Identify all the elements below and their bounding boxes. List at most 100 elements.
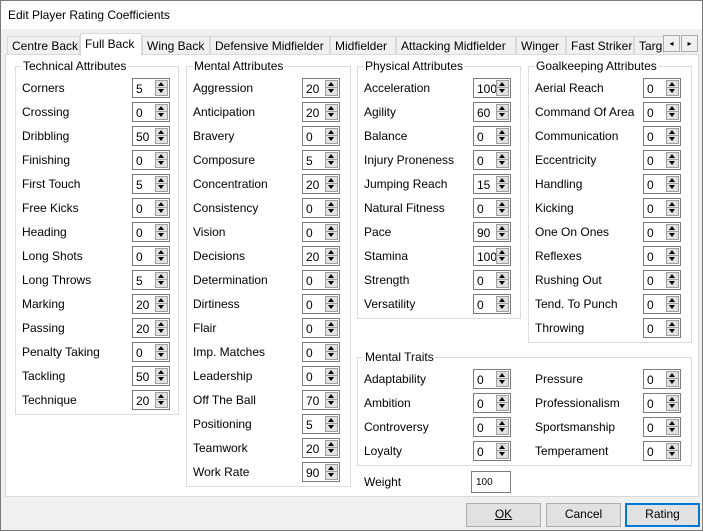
chevron-up-icon[interactable] [326, 345, 337, 352]
chevron-down-icon[interactable] [326, 232, 337, 239]
stepper-value[interactable]: 100 [477, 250, 497, 264]
chevron-down-icon[interactable] [156, 400, 167, 407]
chevron-up-icon[interactable] [497, 396, 508, 403]
stamina-stepper[interactable]: 100 [473, 246, 511, 266]
stepper-value[interactable]: 0 [647, 445, 654, 459]
chevron-up-icon[interactable] [326, 321, 337, 328]
stepper-value[interactable]: 0 [647, 226, 654, 240]
chevron-down-icon[interactable] [497, 136, 508, 143]
chevron-down-icon[interactable] [156, 256, 167, 263]
chevron-down-icon[interactable] [667, 304, 678, 311]
chevron-down-icon[interactable] [326, 256, 337, 263]
chevron-up-icon[interactable] [497, 249, 508, 256]
strength-stepper[interactable]: 0 [473, 270, 511, 290]
eccentricity-stepper[interactable]: 0 [643, 150, 681, 170]
chevron-up-icon[interactable] [667, 273, 678, 280]
chevron-up-icon[interactable] [667, 225, 678, 232]
chevron-down-icon[interactable] [326, 88, 337, 95]
stepper-value[interactable]: 0 [647, 298, 654, 312]
bravery-stepper[interactable]: 0 [302, 126, 340, 146]
chevron-down-icon[interactable] [667, 427, 678, 434]
jumping-reach-stepper[interactable]: 15 [473, 174, 511, 194]
stepper-value[interactable]: 0 [477, 373, 484, 387]
tab-full-back[interactable]: Full Back [80, 33, 142, 56]
chevron-up-icon[interactable] [497, 444, 508, 451]
chevron-down-icon[interactable] [326, 400, 337, 407]
chevron-down-icon[interactable] [667, 160, 678, 167]
chevron-down-icon[interactable] [497, 280, 508, 287]
stepper-value[interactable]: 0 [306, 322, 313, 336]
chevron-up-icon[interactable] [326, 393, 337, 400]
chevron-down-icon[interactable] [667, 256, 678, 263]
natural-fitness-stepper[interactable]: 0 [473, 198, 511, 218]
stepper-value[interactable]: 0 [647, 373, 654, 387]
cancel-button[interactable]: Cancel [546, 503, 621, 527]
leadership-stepper[interactable]: 0 [302, 366, 340, 386]
stepper-value[interactable]: 0 [306, 226, 313, 240]
teamwork-stepper[interactable]: 20 [302, 438, 340, 458]
chevron-down-icon[interactable] [156, 208, 167, 215]
stepper-value[interactable]: 0 [306, 346, 313, 360]
chevron-up-icon[interactable] [156, 225, 167, 232]
chevron-down-icon[interactable] [497, 184, 508, 191]
chevron-up-icon[interactable] [156, 129, 167, 136]
chevron-down-icon[interactable] [326, 160, 337, 167]
chevron-up-icon[interactable] [497, 153, 508, 160]
chevron-up-icon[interactable] [667, 177, 678, 184]
chevron-down-icon[interactable] [326, 376, 337, 383]
stepper-value[interactable]: 20 [136, 394, 149, 408]
imp-matches-stepper[interactable]: 0 [302, 342, 340, 362]
loyalty-stepper[interactable]: 0 [473, 441, 511, 461]
stepper-value[interactable]: 0 [136, 154, 143, 168]
chevron-down-icon[interactable] [667, 136, 678, 143]
technique-stepper[interactable]: 20 [132, 390, 170, 410]
chevron-down-icon[interactable] [326, 352, 337, 359]
chevron-down-icon[interactable] [156, 160, 167, 167]
flair-stepper[interactable]: 0 [302, 318, 340, 338]
dirtiness-stepper[interactable]: 0 [302, 294, 340, 314]
chevron-down-icon[interactable] [156, 352, 167, 359]
chevron-up-icon[interactable] [156, 81, 167, 88]
chevron-up-icon[interactable] [326, 81, 337, 88]
chevron-down-icon[interactable] [497, 256, 508, 263]
chevron-up-icon[interactable] [497, 273, 508, 280]
chevron-up-icon[interactable] [667, 372, 678, 379]
chevron-up-icon[interactable] [667, 105, 678, 112]
chevron-up-icon[interactable] [326, 273, 337, 280]
chevron-up-icon[interactable] [497, 297, 508, 304]
chevron-down-icon[interactable] [497, 88, 508, 95]
chevron-down-icon[interactable] [497, 403, 508, 410]
tab-centre-back[interactable]: Centre Back [7, 36, 80, 55]
stepper-value[interactable]: 0 [647, 250, 654, 264]
agility-stepper[interactable]: 60 [473, 102, 511, 122]
stepper-value[interactable]: 0 [136, 202, 143, 216]
chevron-down-icon[interactable] [497, 208, 508, 215]
rushing-out-stepper[interactable]: 0 [643, 270, 681, 290]
chevron-down-icon[interactable] [667, 112, 678, 119]
stepper-value[interactable]: 90 [477, 226, 490, 240]
vision-stepper[interactable]: 0 [302, 222, 340, 242]
stepper-value[interactable]: 0 [477, 421, 484, 435]
tab-scroll-left-icon[interactable]: ◂ [663, 35, 680, 52]
stepper-value[interactable]: 20 [136, 298, 149, 312]
free-kicks-stepper[interactable]: 0 [132, 198, 170, 218]
chevron-up-icon[interactable] [667, 396, 678, 403]
acceleration-stepper[interactable]: 100 [473, 78, 511, 98]
chevron-down-icon[interactable] [326, 184, 337, 191]
heading-stepper[interactable]: 0 [132, 222, 170, 242]
chevron-up-icon[interactable] [667, 420, 678, 427]
finishing-stepper[interactable]: 0 [132, 150, 170, 170]
chevron-down-icon[interactable] [156, 112, 167, 119]
tab-fast-striker[interactable]: Fast Striker [566, 36, 634, 55]
chevron-down-icon[interactable] [667, 328, 678, 335]
chevron-up-icon[interactable] [156, 273, 167, 280]
chevron-up-icon[interactable] [326, 105, 337, 112]
controversy-stepper[interactable]: 0 [473, 417, 511, 437]
stepper-value[interactable]: 0 [136, 250, 143, 264]
chevron-up-icon[interactable] [497, 105, 508, 112]
chevron-down-icon[interactable] [326, 472, 337, 479]
tab-defensive-midfielder[interactable]: Defensive Midfielder [210, 36, 330, 55]
communication-stepper[interactable]: 0 [643, 126, 681, 146]
passing-stepper[interactable]: 20 [132, 318, 170, 338]
chevron-up-icon[interactable] [497, 81, 508, 88]
